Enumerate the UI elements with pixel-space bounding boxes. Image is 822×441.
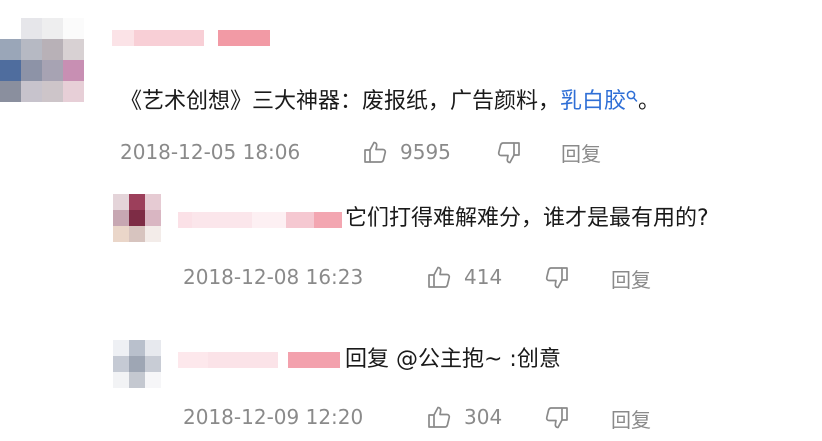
comment-timestamp: 2018-12-05 18:06: [120, 140, 301, 164]
reply-timestamp: 2018-12-09 12:20: [183, 405, 364, 429]
reply-button[interactable]: 回复: [561, 142, 601, 166]
like-count: 9595: [400, 140, 451, 164]
reply-button[interactable]: 回复: [611, 408, 651, 432]
like-count: 304: [464, 405, 503, 429]
thumbs-down-icon[interactable]: [544, 406, 570, 430]
thumbs-down-icon[interactable]: [544, 266, 570, 290]
avatar[interactable]: [113, 194, 161, 242]
comment-text: 《艺术创想》三大神器：废报纸，广告颜料，乳白胶。: [120, 88, 660, 116]
thumbs-up-icon[interactable]: [362, 140, 388, 164]
keyword-link[interactable]: 乳白胶: [560, 89, 626, 114]
thumbs-up-icon[interactable]: [426, 405, 452, 429]
username[interactable]: [112, 30, 270, 46]
username[interactable]: [178, 352, 340, 368]
comment-text-end: 。: [638, 89, 661, 114]
avatar[interactable]: [0, 18, 84, 102]
reply-text: 回复 @公主抱~ :创意: [345, 347, 561, 372]
reply-text: 它们打得难解难分，谁才是最有用的?: [345, 206, 709, 231]
thumbs-up-icon[interactable]: [426, 265, 452, 289]
comment-text-main: 《艺术创想》三大神器：废报纸，广告颜料，: [120, 89, 561, 114]
like-count: 414: [464, 265, 503, 289]
reply-button[interactable]: 回复: [611, 268, 651, 292]
avatar[interactable]: [113, 340, 161, 388]
thumbs-down-icon[interactable]: [496, 141, 522, 165]
search-icon[interactable]: [626, 90, 638, 104]
username[interactable]: [178, 212, 342, 228]
reply-timestamp: 2018-12-08 16:23: [183, 265, 364, 289]
